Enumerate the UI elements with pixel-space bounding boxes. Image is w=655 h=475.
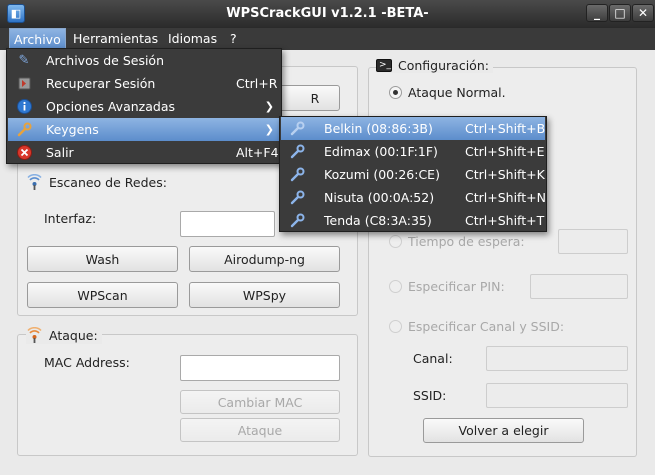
- wifi-scan-icon: [26, 173, 43, 191]
- tools-icon: ✎: [18, 53, 30, 68]
- menu-item-label: Keygens: [46, 122, 99, 137]
- pin-input[interactable]: [530, 274, 628, 299]
- keygen-label: Belkin (08:86:3B): [324, 121, 433, 136]
- chevron-right-icon: ❯: [264, 123, 274, 136]
- wpspy-button[interactable]: WPSpy: [189, 282, 340, 308]
- ssid-label: SSID:: [413, 388, 447, 403]
- channel-input[interactable]: [486, 346, 628, 371]
- menu-item-label: Opciones Avanzadas: [46, 99, 175, 114]
- restore-icon: [16, 76, 32, 91]
- wrench-icon: [289, 190, 305, 205]
- menu-item-advanced-options[interactable]: Opciones Avanzadas ❯: [8, 95, 280, 118]
- menu-item-recover-session[interactable]: Recuperar Sesión Ctrl+R: [8, 72, 280, 95]
- menu-archivo[interactable]: Archivo: [9, 28, 66, 50]
- wrench-icon: [289, 167, 305, 182]
- keygen-label: Tenda (C8:3A:35): [324, 213, 432, 228]
- keygens-menu: Belkin (08:86:3B) Ctrl+Shift+B Edimax (0…: [279, 116, 547, 232]
- keygen-belkin[interactable]: Belkin (08:86:3B) Ctrl+Shift+B: [281, 117, 545, 140]
- exit-icon: [16, 145, 32, 160]
- info-icon: [16, 99, 32, 114]
- ssid-input[interactable]: [486, 383, 628, 408]
- keygen-nisuta[interactable]: Nisuta (00:0A:52) Ctrl+Shift+N: [281, 186, 546, 209]
- menu-item-exit[interactable]: Salir Alt+F4: [8, 141, 280, 164]
- wait-time-radio[interactable]: [389, 235, 402, 248]
- keygen-shortcut: Ctrl+Shift+B: [465, 121, 546, 136]
- specify-channel-label: Especificar Canal y SSID:: [408, 319, 565, 334]
- specify-pin-radio[interactable]: [389, 280, 402, 293]
- menu-item-label: Salir: [46, 145, 74, 160]
- keygen-label: Nisuta (00:0A:52): [324, 190, 435, 205]
- wpscan-button[interactable]: WPScan: [27, 282, 178, 308]
- wrench-icon: [289, 121, 305, 136]
- interface-label: Interfaz:: [44, 211, 97, 226]
- keygen-shortcut: Ctrl+Shift+E: [465, 144, 545, 159]
- wrench-icon: [16, 122, 32, 137]
- title-bar: ◧ WPSCrackGUI v1.2.1 -BETA- _ □ ✕: [0, 0, 655, 28]
- keygen-label: Edimax (00:1F:1F): [324, 144, 438, 159]
- channel-label: Canal:: [413, 351, 453, 366]
- wash-button[interactable]: Wash: [27, 246, 178, 272]
- menu-help[interactable]: ?: [226, 28, 241, 50]
- normal-attack-label: Ataque Normal.: [408, 85, 506, 100]
- mac-input[interactable]: [180, 355, 340, 381]
- menu-herramientas[interactable]: Herramientas: [69, 28, 162, 50]
- specify-pin-label: Especificar PIN:: [408, 279, 505, 294]
- close-button[interactable]: ✕: [632, 4, 654, 22]
- chevron-right-icon: ❯: [264, 100, 274, 113]
- main-window: ◧ WPSCrackGUI v1.2.1 -BETA- _ □ ✕ Archiv…: [0, 0, 655, 475]
- normal-attack-radio[interactable]: [389, 86, 402, 99]
- config-title: >_ Configuración:: [376, 58, 493, 73]
- wait-time-input[interactable]: [558, 229, 628, 254]
- mac-label: MAC Address:: [44, 355, 130, 370]
- menu-idiomas[interactable]: Idiomas: [164, 28, 221, 50]
- hidden-button-label: R: [310, 90, 320, 106]
- attack-title: Ataque:: [26, 326, 102, 344]
- menu-item-shortcut: Ctrl+R: [236, 76, 278, 91]
- specify-channel-radio[interactable]: [389, 320, 402, 333]
- config-title-label: Configuración:: [398, 58, 489, 73]
- menu-item-keygens[interactable]: Keygens ❯: [8, 118, 280, 141]
- window-title: WPSCrackGUI v1.2.1 -BETA-: [226, 6, 429, 21]
- terminal-icon: >_: [376, 59, 392, 72]
- change-mac-button[interactable]: Cambiar MAC: [180, 390, 340, 414]
- keygen-shortcut: Ctrl+Shift+T: [465, 213, 545, 228]
- attack-button[interactable]: Ataque: [180, 418, 340, 442]
- archivo-menu: ✎ Archivos de Sesión Recuperar Sesión Ct…: [6, 48, 282, 164]
- wait-time-label: Tiempo de espera:: [408, 234, 525, 249]
- minimize-button[interactable]: _: [586, 4, 608, 22]
- attack-title-label: Ataque:: [49, 328, 98, 343]
- scan-title-label: Escaneo de Redes:: [49, 175, 167, 190]
- scan-title: Escaneo de Redes:: [26, 173, 167, 191]
- keygen-shortcut: Ctrl+Shift+N: [465, 190, 546, 205]
- menu-bar: Archivo Herramientas Idiomas ?: [0, 28, 655, 50]
- menu-item-label: Recuperar Sesión: [46, 76, 156, 91]
- keygen-label: Kozumi (00:26:CE): [324, 167, 440, 182]
- keygen-edimax[interactable]: Edimax (00:1F:1F) Ctrl+Shift+E: [281, 140, 545, 163]
- interface-input[interactable]: [180, 211, 275, 237]
- attack-icon: [26, 326, 43, 344]
- airodump-button[interactable]: Airodump-ng: [189, 246, 340, 272]
- wrench-icon: [289, 144, 305, 159]
- menu-item-shortcut: Alt+F4: [236, 145, 279, 160]
- back-button[interactable]: Volver a elegir: [423, 418, 584, 443]
- keygen-tenda[interactable]: Tenda (C8:3A:35) Ctrl+Shift+T: [281, 209, 545, 232]
- wrench-icon: [289, 213, 305, 228]
- menu-item-session-files[interactable]: ✎ Archivos de Sesión: [8, 49, 280, 72]
- keygen-shortcut: Ctrl+Shift+K: [465, 167, 545, 182]
- maximize-button[interactable]: □: [609, 4, 631, 22]
- keygen-kozumi[interactable]: Kozumi (00:26:CE) Ctrl+Shift+K: [281, 163, 545, 186]
- menu-item-label: Archivos de Sesión: [46, 53, 164, 68]
